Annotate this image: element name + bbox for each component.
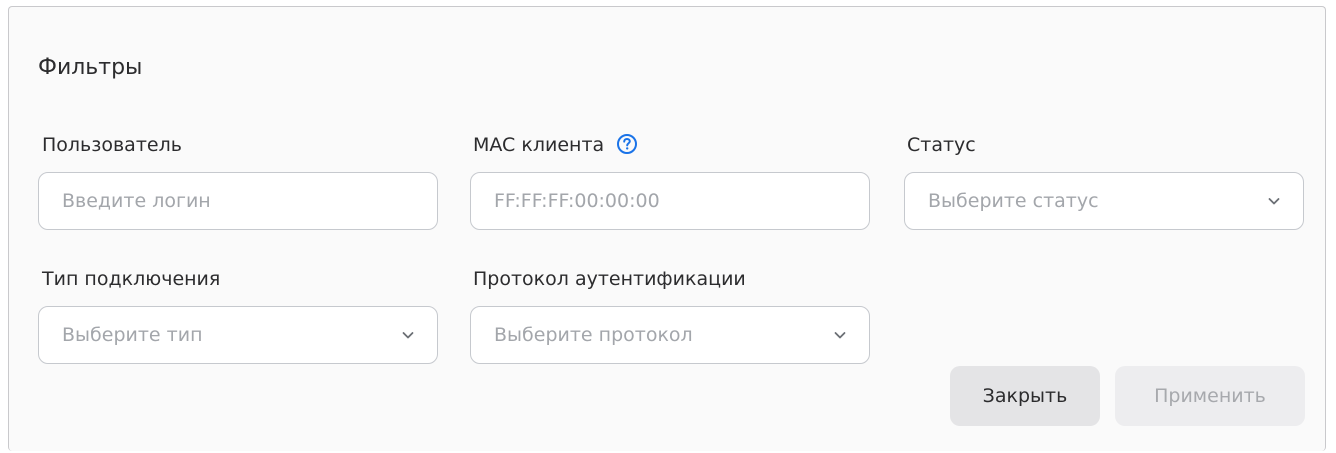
status-select[interactable]: Выберите статус [904,172,1304,230]
chevron-down-icon [833,328,847,342]
connection-type-label: Тип подключения [42,268,221,290]
status-select-placeholder: Выберите статус [928,190,1099,212]
user-input[interactable] [62,190,415,212]
status-label: Статус [907,134,976,156]
chevron-down-icon [401,328,415,342]
mac-input[interactable] [494,190,847,212]
chevron-down-icon [1267,194,1281,208]
close-button[interactable]: Закрыть [950,366,1100,426]
user-label: Пользователь [42,134,182,156]
user-field[interactable] [38,172,438,230]
mac-label-text: MAC клиента [473,134,605,156]
filters-title: Фильтры [38,55,143,80]
auth-protocol-select[interactable]: Выберите протокол [470,306,870,364]
auth-protocol-select-placeholder: Выберите протокол [494,324,693,346]
connection-type-select[interactable]: Выберите тип [38,306,438,364]
apply-button[interactable]: Применить [1115,366,1305,426]
mac-label: MAC клиента [473,133,638,157]
mac-field[interactable] [470,172,870,230]
question-circle-icon[interactable] [616,133,638,155]
connection-type-select-placeholder: Выберите тип [62,324,203,346]
auth-protocol-label: Протокол аутентификации [473,268,746,290]
